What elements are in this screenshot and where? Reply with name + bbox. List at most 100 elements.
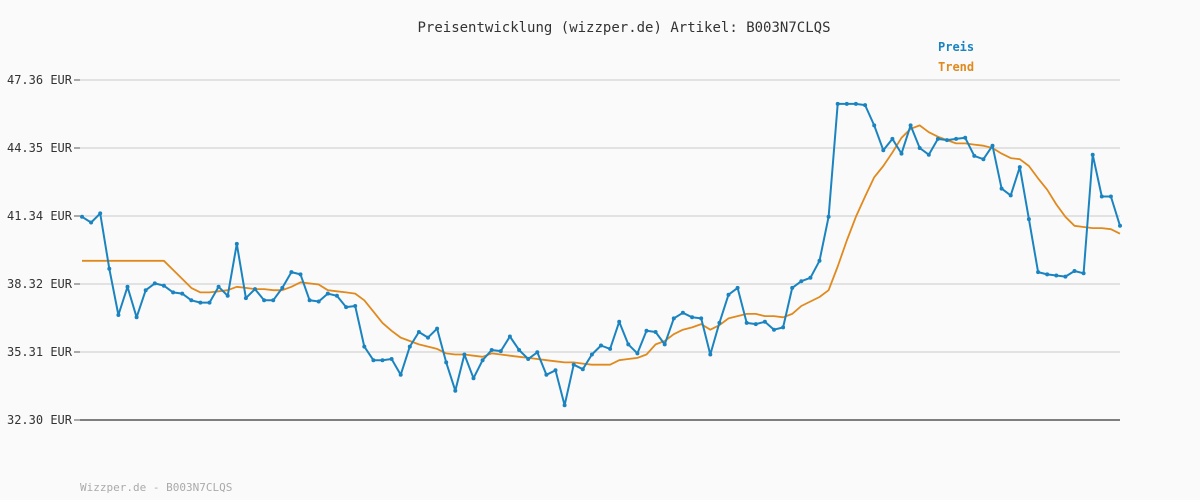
data-point-preis: [717, 320, 722, 325]
data-point-preis: [344, 305, 349, 310]
data-point-preis: [881, 148, 886, 153]
data-point-preis: [635, 351, 640, 356]
data-point-preis: [325, 291, 330, 296]
data-point-preis: [726, 292, 731, 297]
data-point-preis: [216, 284, 221, 289]
legend-label-preis: Preis: [938, 40, 974, 54]
data-point-preis: [489, 348, 494, 352]
data-point-preis: [298, 272, 303, 277]
data-point-preis: [498, 349, 503, 354]
data-point-preis: [990, 143, 995, 148]
data-point-preis: [972, 153, 977, 158]
chart-footer: Wizzper.de - B003N7CLQS: [80, 481, 232, 494]
data-point-preis: [398, 372, 403, 377]
data-point-preis: [253, 287, 257, 292]
data-point-preis: [371, 358, 376, 363]
data-point-preis: [808, 275, 813, 280]
data-point-preis: [152, 281, 157, 286]
data-point-preis: [1118, 223, 1122, 228]
data-point-preis: [553, 368, 558, 373]
data-point-preis: [1108, 194, 1113, 199]
price-chart: Preisentwicklung (wizzper.de) Artikel: B…: [0, 0, 1200, 500]
data-point-preis: [80, 214, 84, 219]
data-point-preis: [1054, 273, 1059, 278]
data-point-preis: [116, 313, 121, 317]
data-point-preis: [444, 360, 449, 365]
data-point-preis: [1036, 270, 1041, 275]
data-point-preis: [426, 335, 430, 340]
data-point-preis: [826, 214, 831, 219]
data-point-preis: [161, 283, 166, 288]
data-point-preis: [735, 285, 740, 290]
data-point-preis: [1063, 274, 1068, 279]
data-point-preis: [799, 279, 804, 284]
data-point-preis: [1026, 217, 1031, 222]
data-point-preis: [435, 326, 440, 331]
data-point-preis: [316, 299, 321, 304]
data-point-preis: [262, 298, 267, 303]
data-point-preis: [644, 328, 649, 333]
data-point-preis: [480, 358, 485, 363]
data-point-preis: [1008, 193, 1013, 198]
data-point-preis: [617, 319, 622, 324]
data-point-preis: [98, 211, 103, 216]
data-point-preis: [762, 319, 767, 324]
data-point-preis: [844, 101, 849, 106]
chart-title: Preisentwicklung (wizzper.de) Artikel: B…: [417, 20, 830, 36]
data-point-preis: [562, 403, 567, 408]
data-point-preis: [744, 320, 749, 325]
data-point-preis: [271, 298, 276, 303]
data-point-preis: [171, 290, 176, 295]
data-point-preis: [362, 344, 367, 349]
y-tick-label: 44.35 EUR: [7, 141, 73, 155]
data-point-preis: [835, 101, 840, 106]
data-point-preis: [662, 342, 667, 347]
data-point-preis: [289, 270, 294, 275]
data-point-preis: [280, 285, 285, 290]
data-point-preis: [544, 372, 549, 377]
data-point-preis: [863, 103, 868, 108]
y-axis-ticks: 47.36 EUR 44.35 EUR 41.34 EUR 38.32 EUR 35.3…: [7, 73, 80, 427]
chart-canvas: Preisentwicklung (wizzper.de) Artikel: B…: [7, 20, 1122, 494]
data-point-preis: [407, 344, 412, 349]
data-point-preis: [334, 293, 339, 298]
data-point-preis: [680, 310, 685, 315]
data-point-preis: [626, 342, 631, 347]
data-point-preis: [353, 304, 358, 308]
data-point-preis: [243, 296, 248, 301]
data-point-preis: [462, 352, 467, 357]
data-point-preis: [963, 135, 968, 140]
data-point-preis: [945, 138, 949, 143]
data-point-preis: [571, 362, 576, 367]
data-point-preis: [453, 388, 458, 393]
data-point-preis: [599, 343, 603, 348]
data-point-preis: [225, 293, 230, 298]
y-tick-label: 38.32 EUR: [7, 277, 73, 291]
data-point-preis: [198, 300, 203, 305]
data-point-preis: [1099, 194, 1104, 199]
data-point-preis: [899, 151, 904, 156]
data-point-preis: [416, 330, 421, 334]
data-point-preis: [380, 358, 385, 363]
data-point-preis: [853, 101, 858, 106]
data-point-preis: [134, 315, 139, 320]
legend-label-trend: Trend: [938, 60, 974, 74]
data-point-preis: [699, 316, 704, 321]
y-tick-label: 41.34 EUR: [7, 209, 73, 223]
data-point-preis: [189, 298, 194, 303]
data-point-preis: [471, 376, 476, 381]
data-point-preis: [517, 348, 522, 352]
data-point-preis: [908, 123, 913, 128]
data-point-preis: [790, 285, 795, 290]
data-point-preis: [535, 350, 540, 355]
data-point-preis: [872, 123, 877, 128]
data-point-preis: [1045, 272, 1050, 277]
data-point-preis: [389, 357, 394, 361]
data-point-preis: [653, 330, 658, 334]
data-point-preis: [526, 357, 531, 361]
data-point-preis: [107, 266, 112, 271]
data-point-preis: [690, 315, 695, 320]
data-point-preis: [671, 316, 676, 321]
data-point-preis: [1081, 271, 1086, 276]
data-point-preis: [781, 325, 786, 330]
